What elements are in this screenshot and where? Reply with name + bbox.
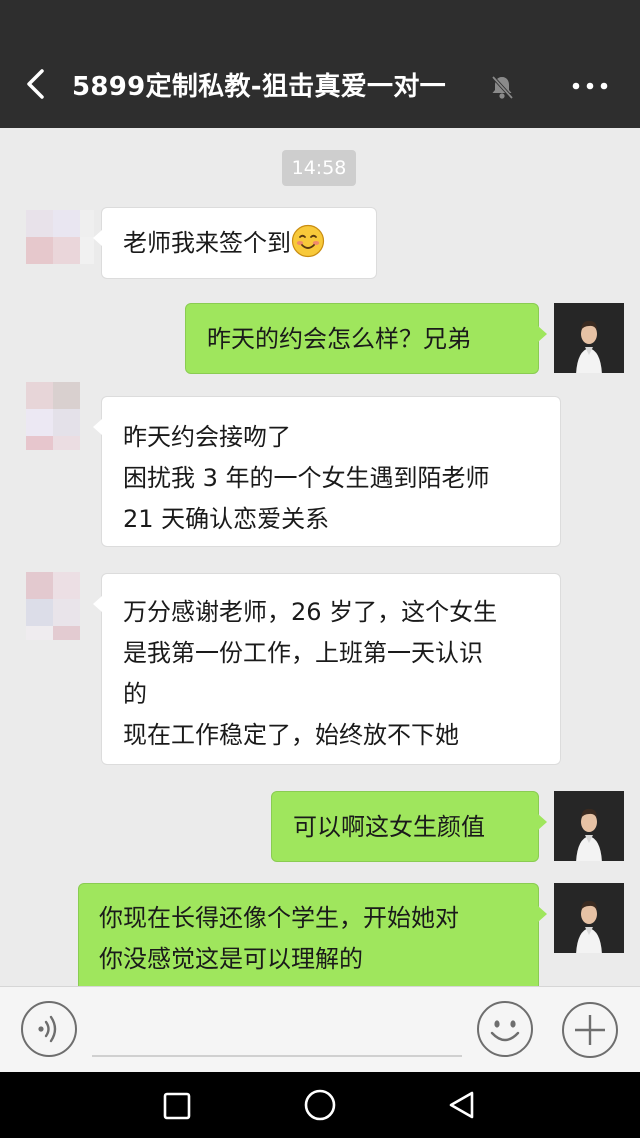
message-line: 21 天确认恋爱关系: [123, 505, 330, 533]
user-photo-icon: [554, 791, 624, 861]
message-line: 现在工作稳定了，始终放不下她: [123, 721, 459, 749]
input-bar: [0, 986, 640, 1073]
sender-avatar[interactable]: [26, 210, 94, 278]
plus-icon: [562, 1002, 618, 1058]
message-line: 你没感觉这是可以理解的: [99, 945, 363, 973]
user-photo-icon: [554, 303, 624, 373]
emoji-button[interactable]: [476, 1000, 534, 1058]
message-bubble[interactable]: 你现在长得还像个学生，开始她对 你没感觉这是可以理解的: [78, 883, 547, 986]
my-avatar[interactable]: [554, 883, 624, 953]
timestamp: 14:58: [282, 150, 356, 186]
message-bubble[interactable]: 昨天的约会怎么样？兄弟: [185, 303, 547, 374]
message-text: 老师我来签个到: [123, 229, 291, 257]
system-nav-bar: [0, 1072, 640, 1138]
message-bubble[interactable]: 万分感谢老师，26 岁了，这个女生 是我第一份工作，上班第一天认识 的 现在工作…: [93, 573, 561, 765]
message-line: 万分感谢老师，26 岁了，这个女生: [123, 598, 498, 626]
message-bubble[interactable]: 昨天约会接吻了 困扰我 3 年的一个女生遇到陌老师 21 天确认恋爱关系: [93, 396, 561, 547]
message-line: 你现在长得还像个学生，开始她对: [99, 904, 459, 932]
message-line: 是我第一份工作，上班第一天认识: [123, 639, 483, 667]
message-line: 的: [123, 680, 147, 708]
home-button[interactable]: [303, 1088, 337, 1122]
sender-avatar[interactable]: [26, 572, 94, 640]
system-back-button[interactable]: [446, 1089, 478, 1121]
user-photo-icon: [554, 883, 624, 953]
voice-icon: [21, 1001, 77, 1057]
bell-off-icon: [488, 73, 516, 101]
chat-area[interactable]: 14:58 老师我来签个到 昨天的约会怎么样？兄弟 昨天约会接吻了 困扰我 3 …: [0, 128, 640, 986]
sender-avatar[interactable]: [26, 382, 94, 450]
my-avatar[interactable]: [554, 303, 624, 373]
more-options-button[interactable]: [566, 70, 614, 102]
message-text: 可以啊这女生颜值: [293, 813, 485, 841]
more-actions-button[interactable]: [560, 1000, 620, 1060]
square-icon: [163, 1092, 191, 1120]
message-line: 困扰我 3 年的一个女生遇到陌老师: [123, 464, 490, 492]
circle-icon: [304, 1089, 336, 1121]
message-input[interactable]: [92, 1007, 462, 1057]
blushing-smile-emoji: [291, 224, 325, 258]
voice-button[interactable]: [20, 1000, 78, 1058]
triangle-back-icon: [449, 1091, 474, 1119]
message-bubble[interactable]: 老师我来签个到: [93, 207, 377, 279]
title-bar: 5899定制私教-狙击真爱一对一: [0, 42, 640, 128]
my-avatar[interactable]: [554, 791, 624, 861]
recent-apps-button[interactable]: [162, 1091, 192, 1121]
back-button[interactable]: [18, 64, 54, 104]
chat-title: 5899定制私教-狙击真爱一对一: [72, 72, 446, 102]
message-text: 昨天的约会怎么样？兄弟: [207, 325, 471, 353]
chevron-left-icon: [27, 69, 44, 99]
status-bar: [0, 0, 640, 42]
more-dots-icon: [572, 82, 608, 90]
emoji-icon: [477, 1001, 533, 1057]
message-bubble[interactable]: 可以啊这女生颜值: [271, 791, 547, 862]
message-line: 昨天约会接吻了: [123, 423, 291, 451]
